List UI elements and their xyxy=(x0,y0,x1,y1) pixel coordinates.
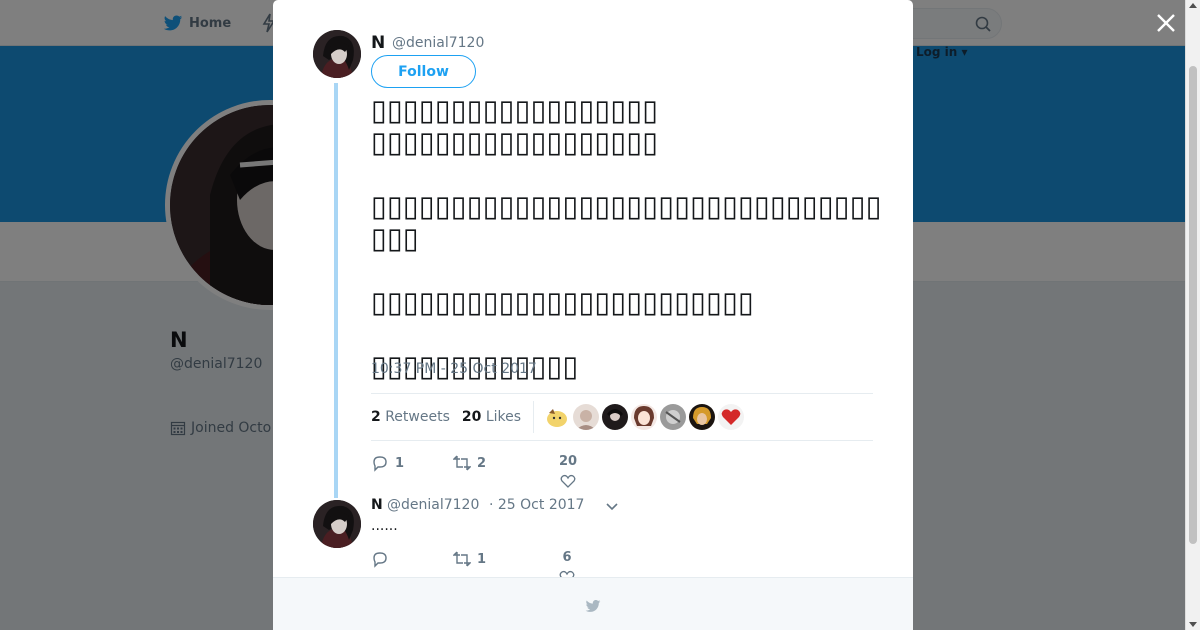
tweet-text: ▯▯▯▯▯▯▯▯▯▯▯▯▯▯▯▯▯▯ ▯▯▯▯▯▯▯▯▯▯▯▯▯▯▯▯▯▯ ▯▯… xyxy=(371,93,882,383)
scroll-down-arrow-icon[interactable] xyxy=(1189,622,1197,627)
chevron-down-icon[interactable] xyxy=(605,500,619,514)
liker-avatar[interactable] xyxy=(660,404,687,430)
author-avatar[interactable] xyxy=(313,30,361,78)
modal-footer xyxy=(273,577,913,630)
thread-line xyxy=(334,83,338,498)
reply-retweet-count: 1 xyxy=(477,551,487,567)
reply-reply-action[interactable] xyxy=(371,550,453,568)
liker-avatar[interactable] xyxy=(631,404,658,430)
likes-label: Likes xyxy=(485,409,522,425)
tweet-stats: 2 Retweets 20 Likes xyxy=(371,393,873,441)
page-scrollbar[interactable] xyxy=(1185,0,1200,630)
retweet-action[interactable]: 2 xyxy=(453,454,553,472)
likes-count: 20 xyxy=(461,409,482,425)
tweet-timestamp[interactable]: 10:37 PM - 25 Oct 2017 xyxy=(371,361,537,377)
reply-like-count: 6 xyxy=(562,550,572,565)
retweets-stat[interactable]: 2 Retweets xyxy=(371,409,450,425)
tweet-actions: 1 2 xyxy=(371,454,553,472)
reply-author-avatar[interactable] xyxy=(313,500,361,548)
stats-divider xyxy=(533,401,535,433)
liker-avatar[interactable] xyxy=(689,404,716,430)
author-handle[interactable]: @denial7120 xyxy=(392,35,484,51)
retweet-count: 2 xyxy=(477,455,487,471)
scrollbar-thumb[interactable] xyxy=(1189,66,1197,544)
reply-icon xyxy=(373,456,387,472)
twitter-bird-icon xyxy=(585,600,601,612)
likes-stat[interactable]: 20 Likes xyxy=(462,409,521,425)
liker-avatar[interactable] xyxy=(718,404,745,430)
tweet-modal: N @denial7120 Follow ▯▯▯▯▯▯▯▯▯▯▯▯▯▯▯▯▯▯ … xyxy=(273,0,913,630)
retweet-icon xyxy=(453,551,471,567)
liker-avatar[interactable] xyxy=(544,404,571,430)
liker-avatar[interactable] xyxy=(602,404,629,430)
reply-count: 1 xyxy=(395,455,405,471)
retweet-icon xyxy=(453,455,471,471)
liker-avatars xyxy=(544,404,745,430)
reply-retweet-action[interactable]: 1 xyxy=(453,550,553,568)
like-action[interactable]: 20 xyxy=(559,454,577,489)
liker-avatar[interactable] xyxy=(573,404,600,430)
reply-text: ...... xyxy=(371,518,398,534)
reply-date[interactable]: · 25 Oct 2017 xyxy=(489,497,584,513)
like-count: 20 xyxy=(559,454,578,469)
close-icon[interactable] xyxy=(1155,12,1177,34)
author-name[interactable]: N xyxy=(371,33,385,53)
reply-author-handle[interactable]: @denial7120 xyxy=(387,497,479,513)
reply-action[interactable]: 1 xyxy=(371,454,453,472)
reply-author-name[interactable]: N xyxy=(371,497,383,513)
scroll-up-arrow-icon[interactable] xyxy=(1189,3,1197,8)
heart-icon xyxy=(560,474,576,488)
reply-icon xyxy=(373,552,387,568)
retweets-count: 2 xyxy=(371,409,381,425)
follow-button[interactable]: Follow xyxy=(371,55,476,88)
retweets-label: Retweets xyxy=(385,409,450,425)
reply-actions: 1 xyxy=(371,550,553,568)
